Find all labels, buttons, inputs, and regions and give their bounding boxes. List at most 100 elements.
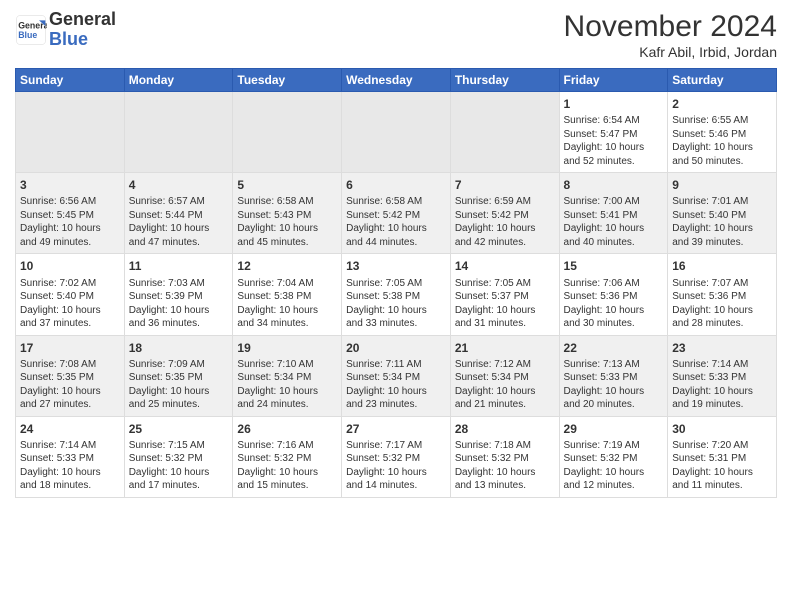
daylight-text: Daylight: 10 hours and 13 minutes. bbox=[455, 466, 555, 493]
daylight-text: Daylight: 10 hours and 52 minutes. bbox=[564, 141, 664, 168]
calendar-week-row: 24Sunrise: 7:14 AMSunset: 5:33 PMDayligh… bbox=[16, 416, 777, 497]
sunrise-text: Sunrise: 7:10 AM bbox=[237, 358, 337, 372]
svg-text:Blue: Blue bbox=[18, 30, 37, 40]
calendar-cell: 4 Sunrise: 6:57 AMSunset: 5:44 PMDaylight… bbox=[124, 173, 233, 254]
sunrise-text: Sunrise: 7:12 AM bbox=[455, 358, 555, 372]
calendar-cell: 7Sunrise: 6:59 AMSunset: 5:42 PMDaylight… bbox=[450, 173, 559, 254]
calendar-cell: 12Sunrise: 7:04 AMSunset: 5:38 PMDayligh… bbox=[233, 254, 342, 335]
sunrise-text: Sunrise: 7:06 AM bbox=[564, 277, 664, 291]
sunset-text: Sunset: 5:42 PM bbox=[455, 209, 555, 223]
day-number: 24 bbox=[20, 421, 120, 437]
day-number: 13 bbox=[346, 258, 446, 274]
day-number: 16 bbox=[672, 258, 772, 274]
sunset-text: Sunset: 5:44 PM bbox=[129, 209, 229, 223]
day-number: 12 bbox=[237, 258, 337, 274]
sunset-text: Sunset: 5:35 PM bbox=[129, 371, 229, 385]
daylight-text: Daylight: 10 hours and 20 minutes. bbox=[564, 385, 664, 412]
month-title: November 2024 bbox=[564, 10, 777, 44]
sunrise-text: Sunrise: 7:15 AM bbox=[129, 439, 229, 453]
sunrise-text: Sunrise: 7:04 AM bbox=[237, 277, 337, 291]
daylight-text: Daylight: 10 hours and 27 minutes. bbox=[20, 385, 120, 412]
daylight-text: Daylight: 10 hours and 49 minutes. bbox=[20, 222, 120, 249]
day-number: 1 bbox=[564, 96, 664, 112]
sunrise-text: Sunrise: 7:20 AM bbox=[672, 439, 772, 453]
calendar-cell: 21Sunrise: 7:12 AMSunset: 5:34 PMDayligh… bbox=[450, 335, 559, 416]
day-number: 28 bbox=[455, 421, 555, 437]
calendar-cell: 5Sunrise: 6:58 AMSunset: 5:43 PMDaylight… bbox=[233, 173, 342, 254]
weekday-header: Thursday bbox=[450, 69, 559, 92]
day-number: 29 bbox=[564, 421, 664, 437]
sunset-text: Sunset: 5:38 PM bbox=[346, 290, 446, 304]
calendar-cell: 14Sunrise: 7:05 AMSunset: 5:37 PMDayligh… bbox=[450, 254, 559, 335]
calendar-cell: 24Sunrise: 7:14 AMSunset: 5:33 PMDayligh… bbox=[16, 416, 125, 497]
sunset-text: Sunset: 5:45 PM bbox=[20, 209, 120, 223]
day-number: 14 bbox=[455, 258, 555, 274]
sunrise-text: Sunrise: 7:05 AM bbox=[346, 277, 446, 291]
calendar-cell: 18Sunrise: 7:09 AMSunset: 5:35 PMDayligh… bbox=[124, 335, 233, 416]
calendar-cell: 27Sunrise: 7:17 AMSunset: 5:32 PMDayligh… bbox=[342, 416, 451, 497]
day-number: 4 bbox=[129, 177, 229, 193]
sunrise-text: Sunrise: 7:03 AM bbox=[129, 277, 229, 291]
sunset-text: Sunset: 5:32 PM bbox=[455, 452, 555, 466]
sunset-text: Sunset: 5:42 PM bbox=[346, 209, 446, 223]
daylight-text: Daylight: 10 hours and 44 minutes. bbox=[346, 222, 446, 249]
sunrise-text: Sunrise: 7:13 AM bbox=[564, 358, 664, 372]
sunset-text: Sunset: 5:46 PM bbox=[672, 128, 772, 142]
calendar-cell: 16Sunrise: 7:07 AMSunset: 5:36 PMDayligh… bbox=[668, 254, 777, 335]
sunrise-text: Sunrise: 7:14 AM bbox=[20, 439, 120, 453]
logo: General Blue General Blue bbox=[15, 10, 116, 50]
page-header: General Blue General Blue November 2024 … bbox=[15, 10, 777, 60]
weekday-header: Saturday bbox=[668, 69, 777, 92]
calendar-cell: 1Sunrise: 6:54 AMSunset: 5:47 PMDaylight… bbox=[559, 92, 668, 173]
sunset-text: Sunset: 5:41 PM bbox=[564, 209, 664, 223]
daylight-text: Daylight: 10 hours and 36 minutes. bbox=[129, 304, 229, 331]
calendar-cell bbox=[233, 92, 342, 173]
daylight-text: Daylight: 10 hours and 23 minutes. bbox=[346, 385, 446, 412]
sunrise-text: Sunrise: 6:55 AM bbox=[672, 114, 772, 128]
calendar-cell: 30Sunrise: 7:20 AMSunset: 5:31 PMDayligh… bbox=[668, 416, 777, 497]
day-number: 25 bbox=[129, 421, 229, 437]
day-number: 10 bbox=[20, 258, 120, 274]
day-number: 6 bbox=[346, 177, 446, 193]
day-number: 9 bbox=[672, 177, 772, 193]
sunrise-text: Sunrise: 7:09 AM bbox=[129, 358, 229, 372]
calendar-cell: 2Sunrise: 6:55 AMSunset: 5:46 PMDaylight… bbox=[668, 92, 777, 173]
calendar-cell: 8 Sunrise: 7:00 AMSunset: 5:41 PMDaylight… bbox=[559, 173, 668, 254]
daylight-text: Daylight: 10 hours and 40 minutes. bbox=[564, 222, 664, 249]
logo-text: General Blue bbox=[49, 10, 116, 50]
daylight-text: Daylight: 10 hours and 14 minutes. bbox=[346, 466, 446, 493]
day-number: 5 bbox=[237, 177, 337, 193]
sunrise-text: Sunrise: 6:54 AM bbox=[564, 114, 664, 128]
sunset-text: Sunset: 5:32 PM bbox=[237, 452, 337, 466]
page-container: General Blue General Blue November 2024 … bbox=[0, 0, 792, 503]
sunset-text: Sunset: 5:32 PM bbox=[564, 452, 664, 466]
calendar-cell: 17Sunrise: 7:08 AMSunset: 5:35 PMDayligh… bbox=[16, 335, 125, 416]
sunset-text: Sunset: 5:36 PM bbox=[564, 290, 664, 304]
sunset-text: Sunset: 5:32 PM bbox=[346, 452, 446, 466]
weekday-header: Sunday bbox=[16, 69, 125, 92]
sunset-text: Sunset: 5:37 PM bbox=[455, 290, 555, 304]
calendar-cell: 28Sunrise: 7:18 AMSunset: 5:32 PMDayligh… bbox=[450, 416, 559, 497]
sunrise-text: Sunrise: 6:57 AM bbox=[129, 195, 229, 209]
daylight-text: Daylight: 10 hours and 19 minutes. bbox=[672, 385, 772, 412]
day-number: 15 bbox=[564, 258, 664, 274]
daylight-text: Daylight: 10 hours and 30 minutes. bbox=[564, 304, 664, 331]
sunrise-text: Sunrise: 7:11 AM bbox=[346, 358, 446, 372]
calendar-cell: 15 Sunrise: 7:06 AMSunset: 5:36 PMDayligh… bbox=[559, 254, 668, 335]
daylight-text: Daylight: 10 hours and 11 minutes. bbox=[672, 466, 772, 493]
sunrise-text: Sunrise: 7:01 AM bbox=[672, 195, 772, 209]
day-number: 8 bbox=[564, 177, 664, 193]
weekday-header-row: SundayMondayTuesdayWednesdayThursdayFrid… bbox=[16, 69, 777, 92]
sunrise-text: Sunrise: 7:00 AM bbox=[564, 195, 664, 209]
daylight-text: Daylight: 10 hours and 47 minutes. bbox=[129, 222, 229, 249]
sunset-text: Sunset: 5:40 PM bbox=[20, 290, 120, 304]
calendar-cell bbox=[342, 92, 451, 173]
daylight-text: Daylight: 10 hours and 50 minutes. bbox=[672, 141, 772, 168]
daylight-text: Daylight: 10 hours and 42 minutes. bbox=[455, 222, 555, 249]
day-number: 18 bbox=[129, 340, 229, 356]
logo-icon: General Blue bbox=[15, 14, 47, 46]
calendar-cell: 22Sunrise: 7:13 AMSunset: 5:33 PMDayligh… bbox=[559, 335, 668, 416]
calendar-cell: 13Sunrise: 7:05 AMSunset: 5:38 PMDayligh… bbox=[342, 254, 451, 335]
calendar-cell bbox=[16, 92, 125, 173]
calendar-week-row: 1Sunrise: 6:54 AMSunset: 5:47 PMDaylight… bbox=[16, 92, 777, 173]
